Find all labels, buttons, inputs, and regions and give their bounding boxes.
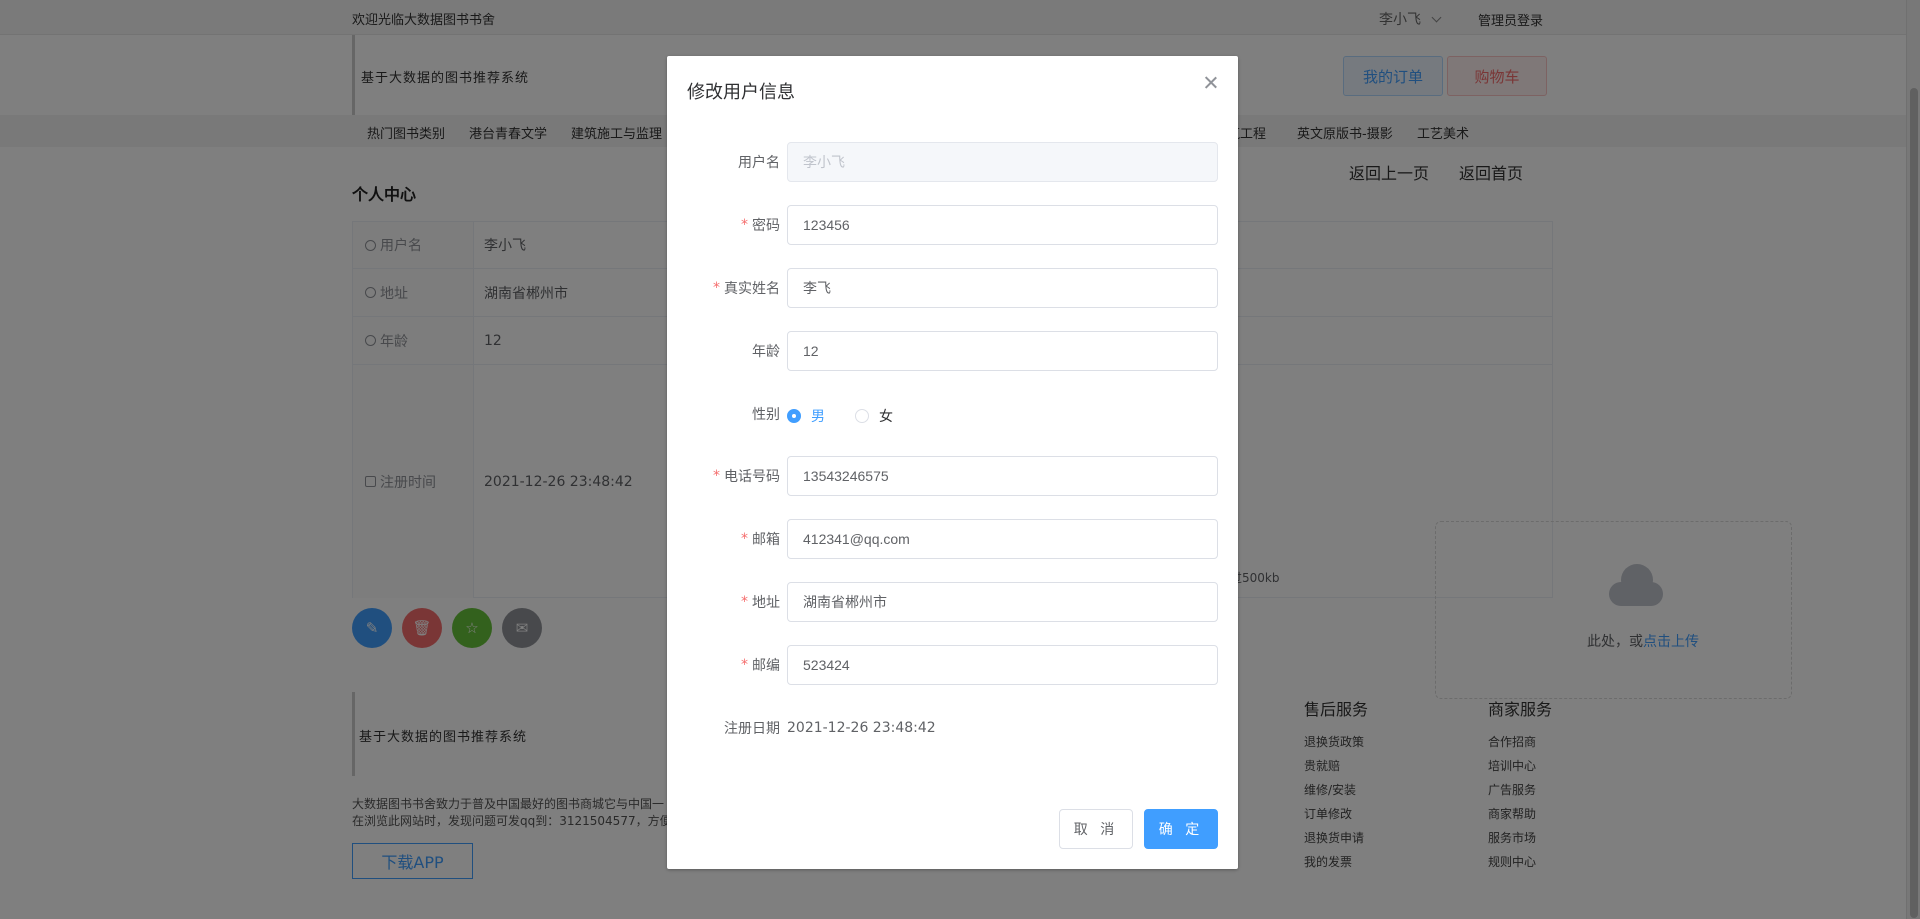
field-label: * 地址 (741, 594, 780, 611)
field-label: * 邮编 (741, 657, 780, 674)
form-row-phone: * 电话号码 13543246575 (667, 456, 1238, 496)
field-label: 注册日期 (724, 721, 780, 737)
regdate-value: 2021-12-26 23:48:42 (787, 720, 936, 736)
field-label: * 电话号码 (713, 468, 780, 485)
email-input[interactable]: 412341@qq.com (787, 519, 1218, 559)
form-row-postcode: * 邮编 523424 (667, 645, 1238, 685)
address-input[interactable]: 湖南省郴州市 (787, 582, 1218, 622)
cancel-button[interactable]: 取 消 (1059, 809, 1133, 849)
username-input: 李小飞 (787, 142, 1218, 182)
postcode-input[interactable]: 523424 (787, 645, 1218, 685)
realname-input[interactable]: 李飞 (787, 268, 1218, 308)
field-label: * 真实姓名 (713, 280, 780, 297)
radio-unchecked-icon (855, 409, 869, 423)
dialog-title: 修改用户信息 (687, 82, 795, 103)
form-row-gender: 性别 男 女 (667, 394, 1238, 434)
form-row-address: * 地址 湖南省郴州市 (667, 582, 1238, 622)
field-label: * 密码 (741, 217, 780, 234)
form-row-username: 用户名 李小飞 (667, 142, 1238, 182)
form-row-realname: * 真实姓名 李飞 (667, 268, 1238, 308)
field-label: * 邮箱 (741, 531, 780, 548)
confirm-button[interactable]: 确 定 (1144, 809, 1218, 849)
gender-radio-male[interactable]: 男 (787, 406, 825, 426)
age-input[interactable]: 12 (787, 331, 1218, 371)
field-label: 用户名 (738, 155, 780, 171)
form-row-password: * 密码 123456 (667, 205, 1238, 245)
form-row-email: * 邮箱 412341@qq.com (667, 519, 1238, 559)
edit-user-dialog: 修改用户信息 用户名 李小飞 * 密码 123456 * 真实姓名 李飞 年龄 12… (667, 56, 1238, 869)
field-label: 年龄 (752, 344, 780, 360)
phone-input[interactable]: 13543246575 (787, 456, 1218, 496)
form-row-regdate: 注册日期 2021-12-26 23:48:42 (667, 708, 1238, 748)
form-row-age: 年龄 12 (667, 331, 1238, 371)
field-label: 性别 (752, 407, 780, 423)
password-input[interactable]: 123456 (787, 205, 1218, 245)
gender-radio-female[interactable]: 女 (855, 406, 893, 426)
radio-checked-icon (787, 409, 801, 423)
close-icon[interactable] (1202, 74, 1220, 92)
